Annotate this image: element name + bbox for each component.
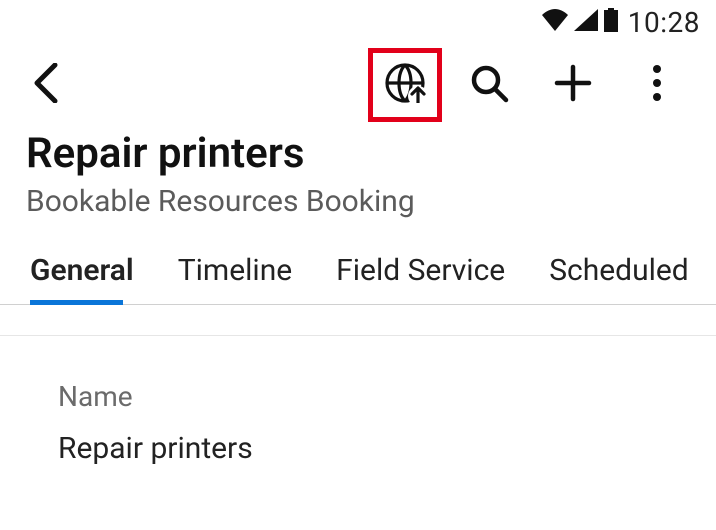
tab-general[interactable]: General <box>30 253 134 304</box>
app-bar <box>0 44 716 126</box>
tabs: General Timeline Field Service Scheduled <box>0 231 716 305</box>
title-block: Repair printers Bookable Resources Booki… <box>0 126 716 231</box>
field-name-value: Repair printers <box>58 431 658 466</box>
tab-timeline[interactable]: Timeline <box>178 253 292 304</box>
more-vertical-icon <box>651 63 663 107</box>
status-icons <box>542 8 618 36</box>
chevron-left-icon <box>33 63 59 107</box>
page-subtitle: Bookable Resources Booking <box>26 184 690 219</box>
back-button[interactable] <box>22 61 70 109</box>
field-name[interactable]: Name Repair printers <box>32 364 684 474</box>
tab-scheduled[interactable]: Scheduled <box>549 253 689 304</box>
page-title: Repair printers <box>26 130 690 178</box>
sync-online-button[interactable] <box>368 48 442 122</box>
status-bar: 10:28 <box>0 0 716 44</box>
globe-upload-icon <box>383 61 427 109</box>
search-button[interactable] <box>452 48 526 122</box>
search-icon <box>469 63 509 107</box>
battery-icon <box>604 8 618 36</box>
add-button[interactable] <box>536 48 610 122</box>
plus-icon <box>553 63 593 107</box>
status-time: 10:28 <box>628 6 700 39</box>
content-area: Name Repair printers <box>0 335 716 474</box>
wifi-icon <box>542 9 568 35</box>
signal-icon <box>574 9 598 35</box>
tab-field-service[interactable]: Field Service <box>336 253 505 304</box>
field-name-label: Name <box>58 380 658 413</box>
more-button[interactable] <box>620 48 694 122</box>
